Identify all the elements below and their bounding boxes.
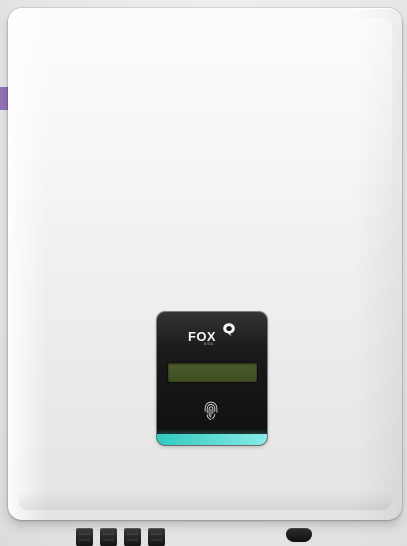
lcd-screen (168, 363, 257, 382)
pv-connector-2 (100, 528, 117, 546)
pv-connector-1 (76, 528, 93, 546)
product-scene: FOX ESS (0, 0, 407, 546)
bottom-connectors (76, 528, 176, 546)
brand-subtitle: ESS (204, 341, 214, 346)
pv-connector-4 (148, 528, 165, 546)
cable-gland (286, 528, 312, 542)
inverter-display-panel: FOX ESS (157, 312, 267, 445)
fingerprint-touch-icon[interactable] (202, 400, 220, 422)
status-light-bar (157, 434, 267, 445)
brand-logo: FOX ESS (188, 322, 236, 346)
enclosure-bottom-ridge (18, 492, 392, 510)
fox-ess-logo-icon (223, 323, 235, 336)
pv-connector-3 (124, 528, 141, 546)
